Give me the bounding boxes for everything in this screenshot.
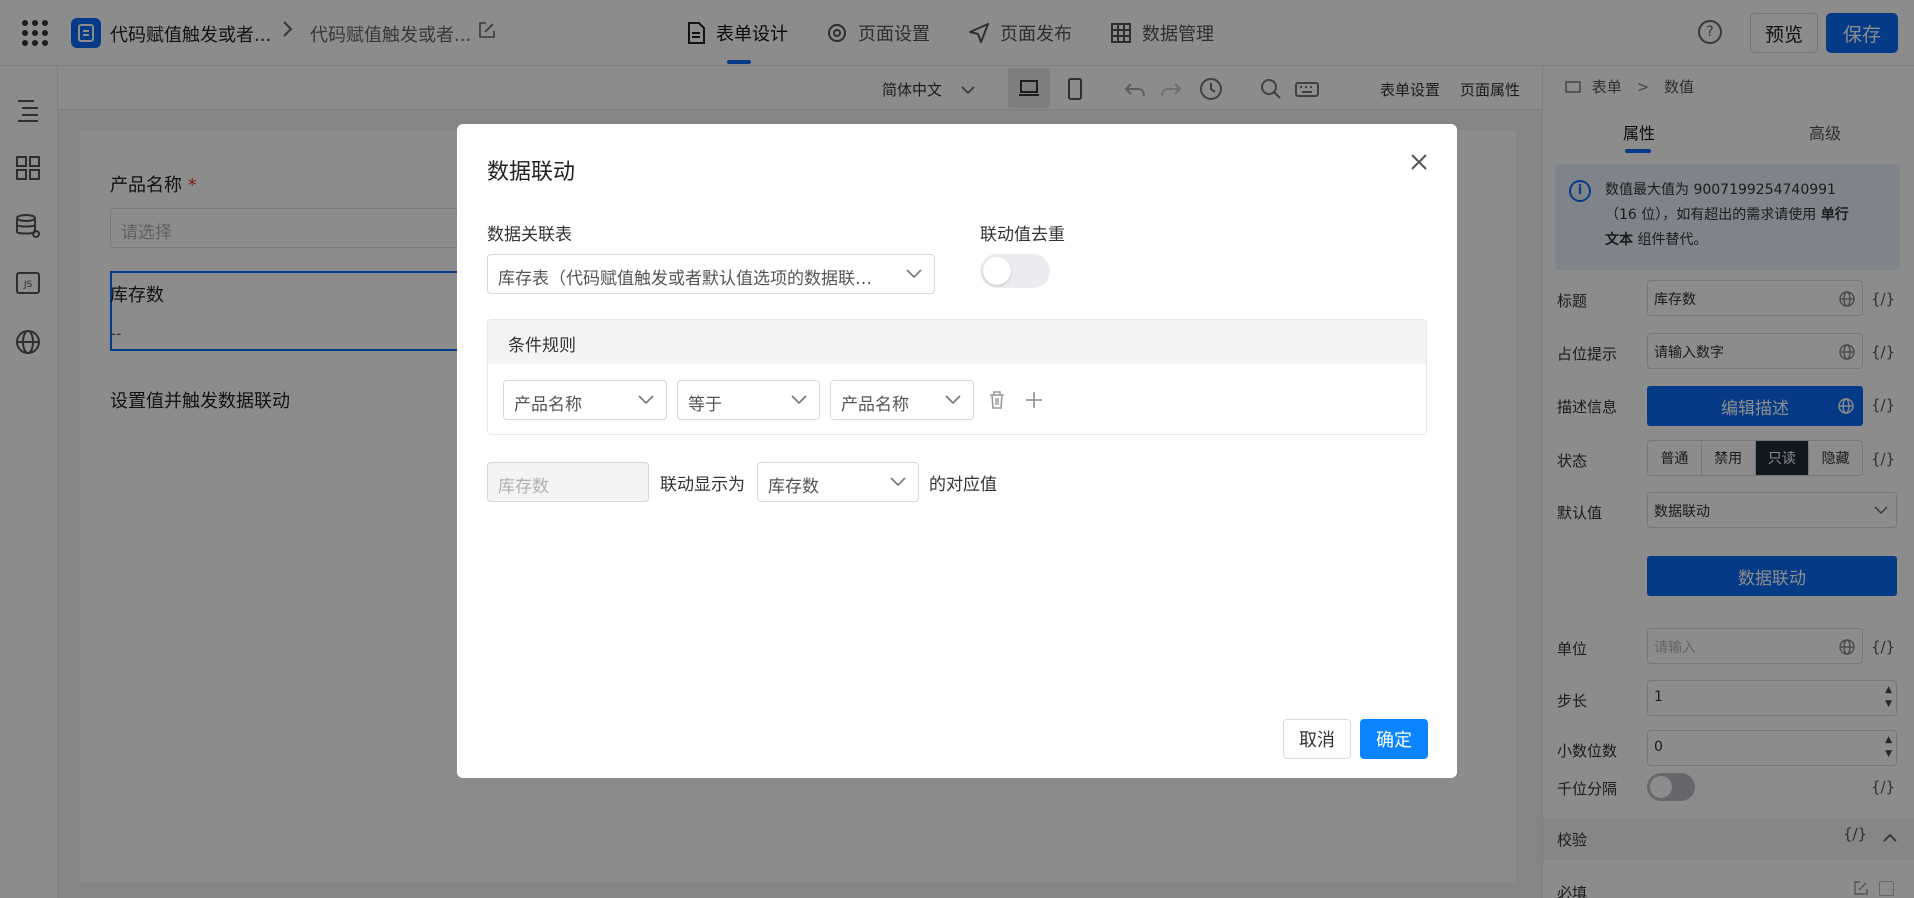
condition-target-select[interactable]: 产品名称 — [830, 380, 974, 420]
condition-operator-select[interactable]: 等于 — [677, 380, 820, 420]
condition-rules-box: 条件规则 产品名称 等于 产品名称 — [487, 319, 1427, 435]
chevron-down-icon — [638, 395, 654, 405]
condition-target-value: 产品名称 — [841, 395, 909, 415]
chevron-down-icon — [906, 269, 922, 279]
condition-operator-value: 等于 — [688, 395, 722, 415]
table-label: 数据关联表 — [487, 225, 572, 245]
condition-field-select[interactable]: 产品名称 — [503, 380, 667, 420]
confirm-button[interactable]: 确定 — [1360, 719, 1428, 759]
result-suffix: 的对应值 — [929, 475, 997, 495]
cancel-button[interactable]: 取消 — [1283, 719, 1351, 759]
dedupe-label: 联动值去重 — [980, 225, 1065, 245]
chevron-down-icon — [791, 395, 807, 405]
dialog-title: 数据联动 — [487, 160, 576, 185]
close-icon[interactable] — [1407, 150, 1431, 174]
data-linkage-dialog: 数据联动 数据关联表 库存表（代码赋值触发或者默认值选项的数据联… 联动值去重 … — [457, 124, 1457, 778]
dedupe-toggle[interactable] — [980, 254, 1050, 288]
plus-icon[interactable] — [1024, 390, 1044, 410]
result-field-input: 库存数 — [487, 462, 649, 502]
condition-field-value: 产品名称 — [514, 395, 582, 415]
chevron-down-icon — [890, 477, 906, 487]
condition-header: 条件规则 — [488, 320, 1426, 364]
result-select[interactable]: 库存数 — [757, 462, 919, 502]
result-select-value: 库存数 — [768, 477, 819, 497]
linked-table-select[interactable]: 库存表（代码赋值触发或者默认值选项的数据联… — [487, 254, 935, 294]
linked-table-value: 库存表（代码赋值触发或者默认值选项的数据联… — [498, 269, 872, 289]
trash-icon[interactable] — [988, 390, 1006, 410]
chevron-down-icon — [945, 395, 961, 405]
result-text: 联动显示为 — [660, 475, 745, 495]
